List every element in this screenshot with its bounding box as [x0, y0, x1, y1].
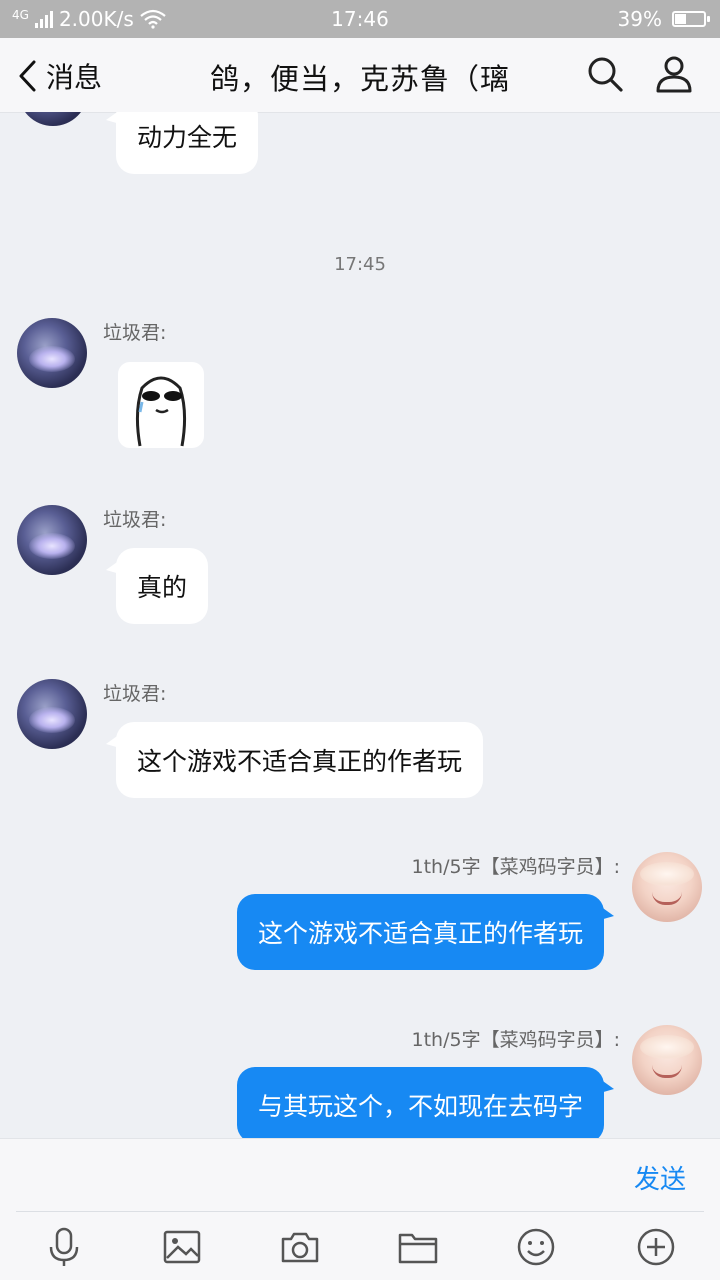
avatar[interactable] — [18, 112, 88, 126]
back-button[interactable]: 消息 — [14, 56, 102, 96]
chat-title: 鸽，便当，克苏鲁（璃 — [209, 62, 510, 96]
emoji-icon — [517, 1228, 555, 1266]
divider — [16, 1211, 704, 1212]
message-timestamp: 17:45 — [334, 254, 386, 275]
message-bubble[interactable]: 这个游戏不适合真正的作者玩 — [105, 722, 484, 798]
more-button[interactable] — [634, 1225, 678, 1269]
voice-button[interactable] — [42, 1225, 86, 1269]
message-bubble[interactable]: 真的 — [105, 548, 209, 624]
avatar[interactable] — [632, 852, 702, 922]
image-button[interactable] — [160, 1225, 204, 1269]
battery-icon — [672, 11, 710, 27]
emoji-button[interactable] — [514, 1225, 558, 1269]
image-icon — [163, 1230, 201, 1264]
search-icon[interactable] — [585, 54, 625, 94]
sender-name: 1th/5字【菜鸡码字员】: — [411, 856, 620, 878]
input-area: 发送 — [0, 1138, 720, 1280]
sender-name: 1th/5字【菜鸡码字员】: — [411, 1029, 620, 1051]
avatar[interactable] — [17, 679, 87, 749]
folder-icon — [398, 1233, 438, 1264]
battery-percent: 39% — [617, 7, 662, 31]
message-bubble[interactable]: 这个游戏不适合真正的作者玩 — [236, 894, 615, 970]
chat-screen: 4G 2.00K/s 17:46 39% 消息 鸽，便当，克苏鲁（璃 动力全无 … — [0, 0, 720, 1280]
plus-icon — [637, 1228, 675, 1266]
send-button[interactable]: 发送 — [634, 1159, 686, 1196]
back-label: 消息 — [46, 61, 103, 94]
message-bubble[interactable]: 与其玩这个，不如现在去码字 — [236, 1067, 615, 1138]
status-right: 39% — [617, 7, 710, 31]
status-time: 17:46 — [331, 7, 389, 31]
status-bar: 4G 2.00K/s 17:46 39% — [0, 0, 720, 38]
message-input[interactable] — [16, 1147, 576, 1203]
sender-name: 垃圾君: — [103, 322, 167, 344]
microphone-icon — [49, 1227, 79, 1266]
sender-name: 垃圾君: — [103, 509, 167, 531]
camera-icon — [281, 1232, 319, 1263]
message-bubble[interactable]: 动力全无 — [105, 112, 259, 174]
avatar[interactable] — [17, 505, 87, 575]
input-toolbar — [0, 1225, 720, 1269]
chat-header: 消息 鸽，便当，克苏鲁（璃 — [0, 38, 720, 113]
avatar[interactable] — [17, 318, 87, 388]
group-profile-icon[interactable] — [654, 54, 694, 94]
avatar[interactable] — [632, 1025, 702, 1095]
sticker-face-icon — [135, 376, 187, 447]
message-list[interactable]: 动力全无 17:45 垃圾君: 垃圾君: 真的 垃圾君: 这个游戏不适合真正的作… — [0, 112, 720, 1138]
chevron-left-icon — [19, 60, 36, 92]
sender-name: 垃圾君: — [103, 683, 167, 705]
sticker-image[interactable] — [118, 362, 204, 448]
file-button[interactable] — [396, 1225, 440, 1269]
camera-button[interactable] — [278, 1225, 322, 1269]
